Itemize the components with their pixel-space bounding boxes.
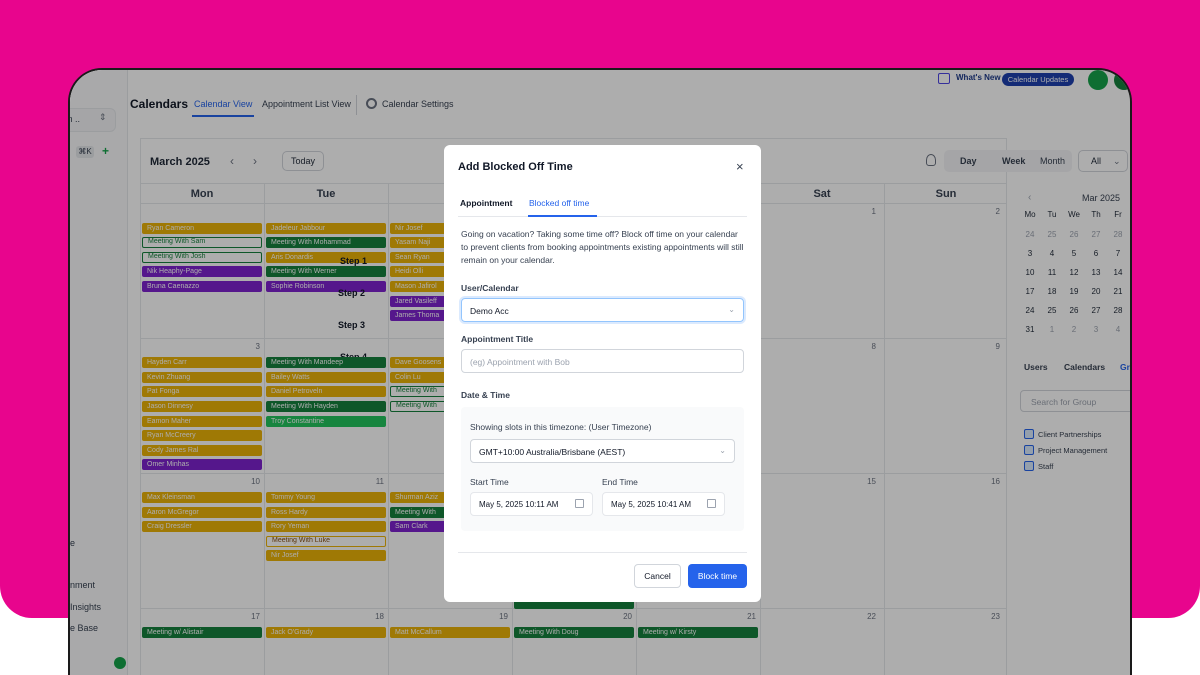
date-time-label: Date & Time	[461, 390, 510, 400]
timezone-label: Showing slots in this timezone: (User Ti…	[470, 422, 652, 432]
timezone-select[interactable]: GMT+10:00 Australia/Brisbane (AEST) ⌄	[470, 439, 735, 463]
chevron-down-icon: ⌄	[728, 305, 735, 314]
cancel-button[interactable]: Cancel	[634, 564, 681, 588]
calendar-icon	[707, 499, 716, 508]
blocked-time-modal: Add Blocked Off Time × Appointment Block…	[444, 145, 761, 602]
tab-appointment[interactable]: Appointment	[460, 198, 512, 208]
end-time-value: May 5, 2025 10:41 AM	[611, 500, 692, 509]
calendar-app: m ..⇕ ⌘K + e nment Insights e Base Calen…	[70, 70, 1130, 675]
block-time-button[interactable]: Block time	[688, 564, 747, 588]
user-calendar-label: User/Calendar	[461, 283, 519, 293]
tab-divider	[458, 216, 747, 217]
appointment-title-input[interactable]: (eg) Appointment with Bob	[461, 349, 744, 373]
start-time-value: May 5, 2025 10:11 AM	[479, 500, 559, 509]
chevron-down-icon: ⌄	[719, 446, 726, 455]
appointment-title-placeholder: (eg) Appointment with Bob	[470, 357, 570, 367]
user-calendar-select[interactable]: Demo Acc ⌄	[461, 298, 744, 322]
device-frame: m ..⇕ ⌘K + e nment Insights e Base Calen…	[68, 68, 1132, 675]
start-time-input[interactable]: May 5, 2025 10:11 AM	[470, 492, 593, 516]
calendar-icon	[575, 499, 584, 508]
footer-divider	[458, 552, 747, 553]
active-tab-indicator	[528, 215, 597, 217]
end-time-label: End Time	[602, 477, 638, 487]
start-time-label: Start Time	[470, 477, 509, 487]
timezone-section: Showing slots in this timezone: (User Ti…	[461, 407, 744, 531]
tab-blocked-off-time[interactable]: Blocked off time	[529, 198, 589, 208]
close-icon[interactable]: ×	[736, 159, 744, 174]
modal-title: Add Blocked Off Time	[458, 161, 573, 173]
timezone-value: GMT+10:00 Australia/Brisbane (AEST)	[479, 447, 626, 457]
modal-description: Going on vacation? Taking some time off?…	[461, 229, 744, 265]
appointment-title-label: Appointment Title	[461, 334, 534, 344]
end-time-input[interactable]: May 5, 2025 10:41 AM	[602, 492, 725, 516]
user-calendar-value: Demo Acc	[470, 306, 509, 316]
